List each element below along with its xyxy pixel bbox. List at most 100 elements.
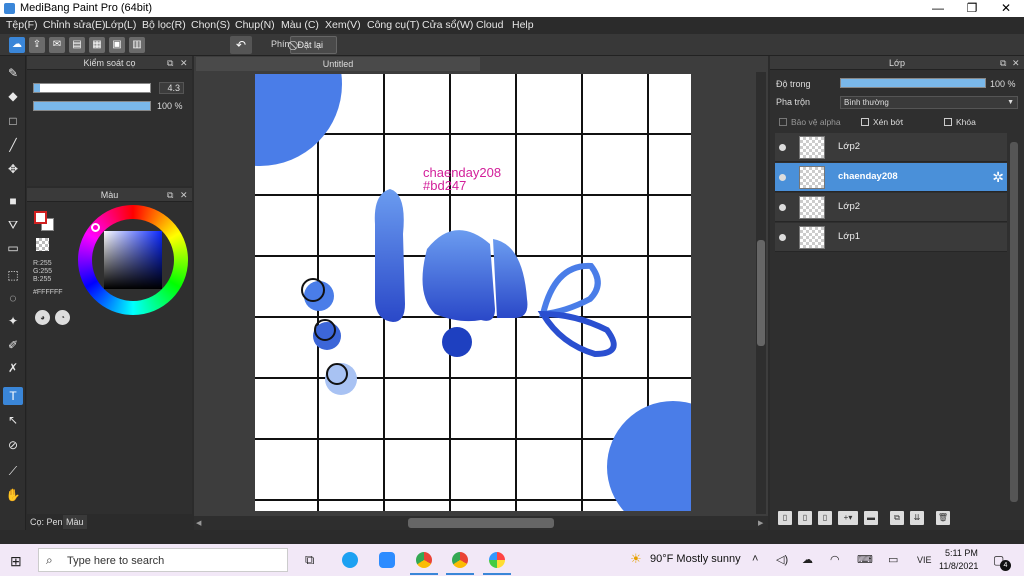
rectangle-tool[interactable]: □	[3, 112, 23, 130]
visibility-icon[interactable]	[779, 144, 786, 151]
visibility-icon[interactable]	[779, 234, 786, 241]
new-layer-icon[interactable]: ▯	[778, 511, 792, 525]
hue-cursor[interactable]	[91, 223, 100, 232]
chrome-icon[interactable]	[452, 552, 468, 568]
saturation-value-square[interactable]	[104, 231, 162, 289]
undo-button[interactable]: ↶	[230, 36, 252, 54]
reset-button[interactable]: ⃠ Đặt lại	[290, 36, 337, 54]
close-icon[interactable]: ✕	[180, 56, 188, 70]
select-pen-tool[interactable]: ✐	[3, 336, 23, 354]
menu-help[interactable]: Help	[512, 19, 534, 31]
merge-layer-icon[interactable]: ⇊	[910, 511, 924, 525]
cloud-icon[interactable]: ☁	[9, 37, 25, 53]
medibang-icon[interactable]	[489, 552, 505, 568]
gradient-tool[interactable]: ▭	[3, 239, 23, 257]
zoom-icon[interactable]	[379, 552, 395, 568]
foreground-color-swatch[interactable]	[34, 211, 47, 224]
add-layer-menu-icon[interactable]: +▾	[838, 511, 858, 525]
task-view-icon[interactable]: ⧉	[305, 552, 314, 568]
chat-icon[interactable]: ▤	[69, 37, 85, 53]
fill-rect-tool[interactable]: ■	[3, 192, 23, 210]
lasso-tool[interactable]: ◌	[3, 289, 23, 307]
lock-checkbox[interactable]	[944, 118, 952, 126]
grid-icon[interactable]: ▣	[109, 37, 125, 53]
vertical-scrollbar[interactable]	[756, 72, 766, 514]
folder-icon[interactable]: ▬	[864, 511, 878, 525]
menu-tools[interactable]: Công cụ(T)	[367, 19, 420, 31]
text-tool[interactable]: T	[3, 387, 23, 405]
minimize-button[interactable]: —	[921, 0, 955, 17]
gear-icon[interactable]: ✲	[992, 169, 1004, 186]
network-icon[interactable]: ◠	[830, 553, 840, 566]
dropper-tool[interactable]: ⟋	[3, 462, 23, 480]
eraser-tool[interactable]: ◆	[3, 87, 23, 105]
brush-size-slider[interactable]	[33, 83, 151, 93]
share-icon[interactable]: ⇪	[29, 37, 45, 53]
menu-filter[interactable]: Bộ lọc(R)	[142, 19, 186, 31]
protect-alpha-checkbox[interactable]	[779, 118, 787, 126]
hue-wheel[interactable]	[78, 205, 188, 315]
select-eraser-tool[interactable]: ✗	[3, 359, 23, 377]
menu-select[interactable]: Chọn(S)	[191, 19, 230, 31]
brush-opacity-slider[interactable]	[33, 101, 151, 111]
transparent-swatch[interactable]	[36, 238, 49, 251]
new-halftone-layer-icon[interactable]: ▯	[798, 511, 812, 525]
keyboard-icon[interactable]: ⌨	[857, 553, 873, 566]
eyedropper-tool[interactable]: ⊘	[3, 436, 23, 454]
close-icon[interactable]: ✕	[1012, 56, 1020, 70]
menu-capture[interactable]: Chụp(N)	[235, 19, 275, 31]
brush-tool[interactable]: ✎	[3, 64, 23, 82]
layer-opacity-slider[interactable]	[840, 78, 986, 88]
popout-icon[interactable]: ⧉	[167, 56, 173, 70]
scroll-right-icon[interactable]: ▶	[758, 519, 763, 527]
tab-color[interactable]: Màu	[63, 515, 87, 529]
layer-row[interactable]: Lớp1	[775, 223, 1007, 252]
hand-tool[interactable]: ✋	[3, 486, 23, 504]
display-icon[interactable]: ▭	[888, 553, 898, 566]
volume-icon[interactable]: ◁)	[776, 553, 788, 566]
palette-icon[interactable]: ◕	[35, 310, 50, 325]
duplicate-layer-icon[interactable]: ⧉	[890, 511, 904, 525]
menu-layer[interactable]: Lớp(L)	[105, 19, 136, 31]
magic-wand-tool[interactable]: ✦	[3, 312, 23, 330]
scroll-left-icon[interactable]: ◀	[196, 519, 201, 527]
select-rect-tool[interactable]: ⬚	[3, 266, 23, 284]
blend-mode-select[interactable]: Bình thường ▼	[840, 96, 1018, 109]
chrome-icon[interactable]	[416, 552, 432, 568]
pen-tool[interactable]: ╱	[3, 136, 23, 154]
layer-scrollbar[interactable]	[1010, 142, 1018, 502]
vertical-scroll-thumb[interactable]	[757, 240, 765, 346]
document-icon[interactable]: ▦	[89, 37, 105, 53]
layer-row[interactable]: Lớp2	[775, 133, 1007, 162]
clock-date[interactable]: 11/8/2021	[939, 561, 978, 571]
visibility-icon[interactable]	[779, 174, 786, 181]
edge-icon[interactable]	[342, 552, 358, 568]
menu-color[interactable]: Màu (C)	[281, 19, 319, 31]
horizontal-scroll-thumb[interactable]	[408, 518, 554, 528]
clipping-checkbox[interactable]	[861, 118, 869, 126]
menu-view[interactable]: Xem(V)	[325, 19, 361, 31]
close-icon[interactable]: ✕	[180, 188, 188, 202]
weather-text[interactable]: 90°F Mostly sunny	[650, 553, 741, 565]
new-8bit-layer-icon[interactable]: ▯	[818, 511, 832, 525]
drawing-canvas[interactable]: chaenday208 #bd247	[255, 74, 691, 511]
chevron-up-icon[interactable]: ˄	[752, 553, 758, 565]
comment-icon[interactable]: ✉	[49, 37, 65, 53]
document-tab[interactable]: Untitled	[196, 57, 480, 71]
maximize-button[interactable]: ❐	[955, 0, 989, 17]
clock-time[interactable]: 5:11 PM	[945, 548, 978, 558]
menu-file[interactable]: Tệp(F)	[6, 19, 38, 31]
layer-row[interactable]: chaenday208 ✲	[775, 163, 1007, 192]
taskbar-search[interactable]: ⌕ Type here to search	[38, 548, 288, 572]
popout-icon[interactable]: ⧉	[167, 188, 173, 202]
language-indicator[interactable]: VIE	[917, 555, 932, 565]
layer-row[interactable]: Lớp2	[775, 193, 1007, 222]
move-tool[interactable]: ✥	[3, 160, 23, 178]
menu-window[interactable]: Cửa sổ(W)	[422, 19, 473, 31]
popout-icon[interactable]: ⧉	[1000, 56, 1006, 70]
horizontal-scrollbar[interactable]: ◀ ▶	[194, 516, 768, 530]
cloud-icon[interactable]: ☁	[802, 553, 813, 566]
operation-tool[interactable]: ↖	[3, 411, 23, 429]
tab-brush[interactable]: Cọ: Pen	[27, 515, 66, 529]
visibility-icon[interactable]	[779, 204, 786, 211]
